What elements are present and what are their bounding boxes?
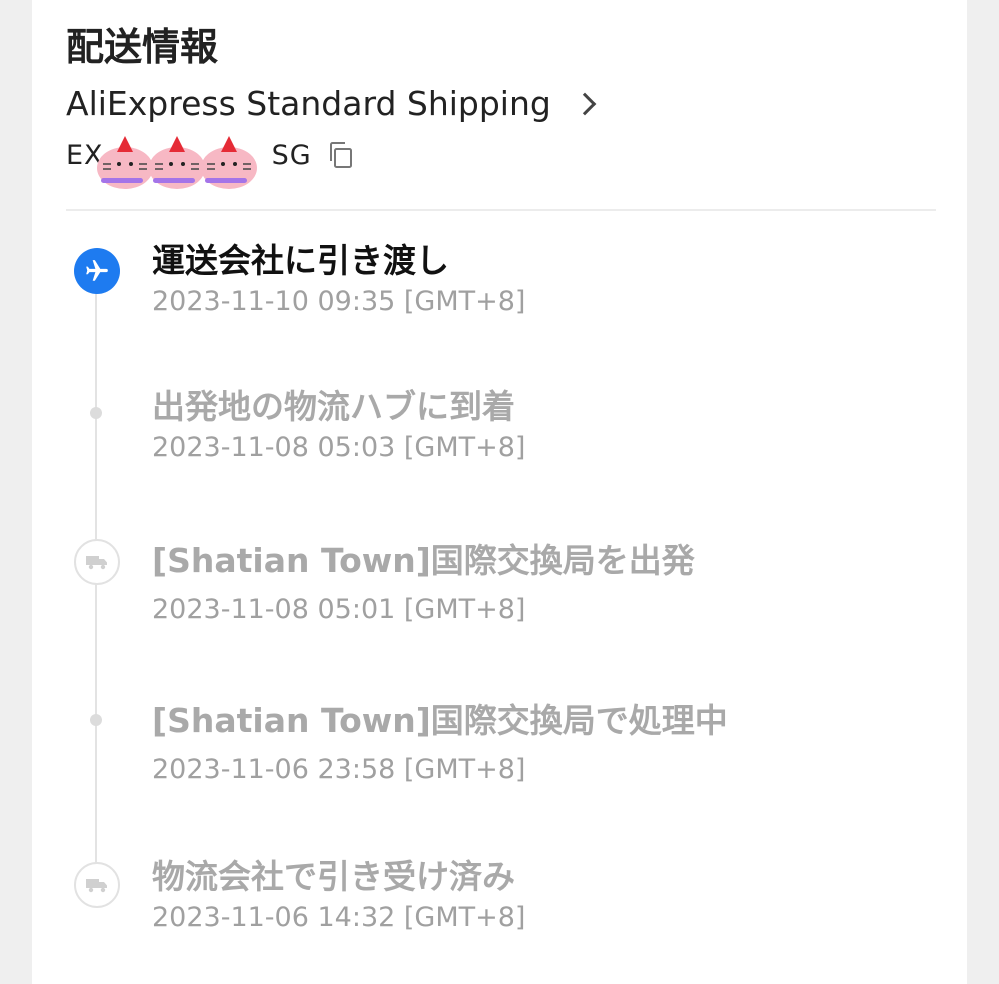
timeline-dot: [90, 714, 102, 726]
timeline-event: [Shatian Town]国際交換局を出発 2023-11-08 05:01 …: [152, 540, 932, 628]
airplane-icon: [74, 248, 120, 294]
event-time: 2023-11-06 14:32 [GMT+8]: [152, 902, 526, 933]
timeline-event: 物流会社で引き受け済み 2023-11-06 14:32 [GMT+8]: [152, 856, 932, 936]
event-time: 2023-11-08 05:01 [GMT+8]: [152, 594, 526, 625]
divider: [66, 209, 936, 211]
event-title: 運送会社に引き渡し: [152, 241, 449, 280]
copy-icon[interactable]: [326, 140, 356, 170]
event-time: 2023-11-06 23:58 [GMT+8]: [152, 754, 526, 785]
event-title: [Shatian Town]国際交換局で処理中: [152, 701, 728, 740]
timeline-event: [Shatian Town]国際交換局で処理中 2023-11-06 23:58…: [152, 700, 932, 788]
event-time: 2023-11-08 05:03 [GMT+8]: [152, 432, 526, 463]
chevron-right-icon: [573, 92, 597, 116]
tracking-number-row: EX SG: [66, 132, 356, 189]
event-title: 出発地の物流ハブに到着: [152, 387, 515, 426]
tracking-number: EX SG: [66, 135, 312, 189]
timeline-dot: [90, 407, 102, 419]
truck-icon: [74, 862, 120, 908]
tracking-number-suffix: SG: [271, 139, 312, 171]
cat-sticker-redaction: [97, 135, 257, 189]
event-title: [Shatian Town]国際交換局を出発: [152, 541, 695, 580]
section-title: 配送情報: [66, 25, 219, 69]
timeline-event: 出発地の物流ハブに到着 2023-11-08 05:03 [GMT+8]: [152, 386, 932, 466]
event-title: 物流会社で引き受け済み: [152, 857, 515, 896]
delivery-info-card: 配送情報 AliExpress Standard Shipping EXSG: [32, 0, 967, 984]
carrier-link[interactable]: AliExpress Standard Shipping: [66, 80, 597, 126]
carrier-name: AliExpress Standard Shipping: [66, 83, 551, 123]
event-time: 2023-11-10 09:35 [GMT+8]: [152, 286, 526, 317]
timeline-event: 運送会社に引き渡し 2023-11-10 09:35 [GMT+8]: [152, 240, 932, 320]
truck-icon: [74, 539, 120, 585]
